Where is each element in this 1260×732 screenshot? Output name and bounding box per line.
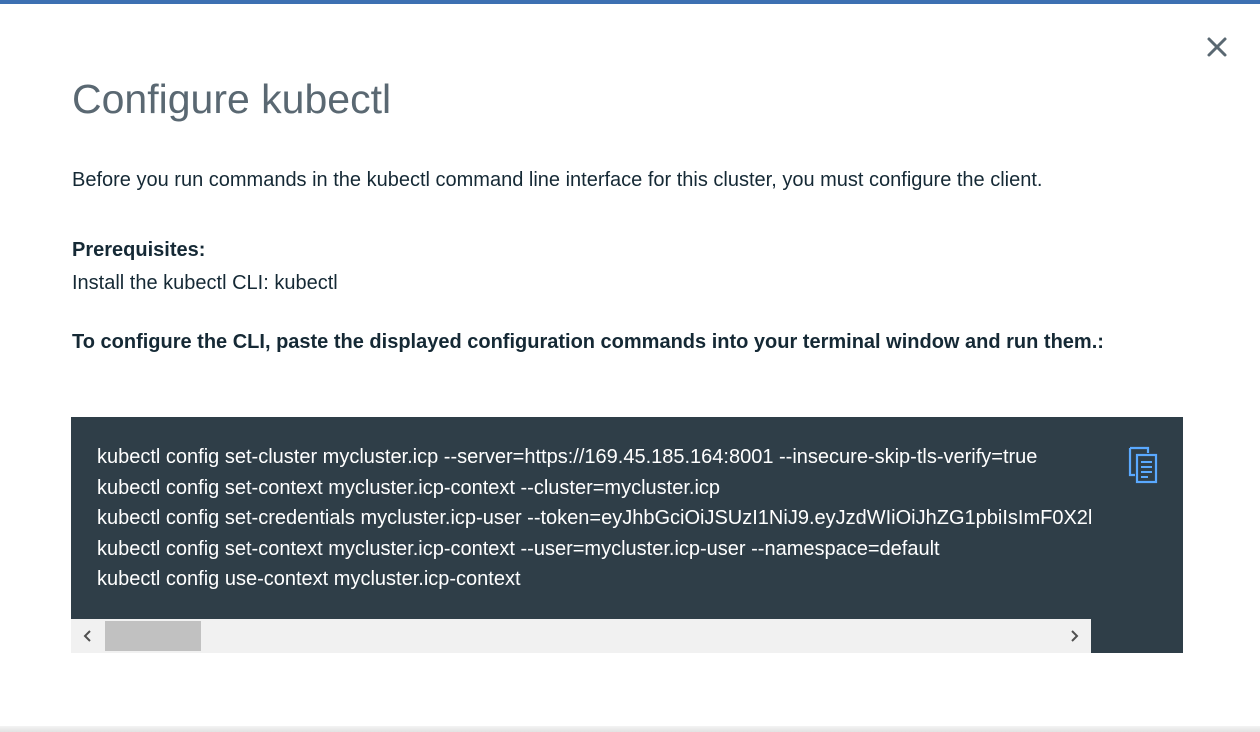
code-block: kubectl config set-cluster mycluster.icp… <box>71 417 1183 653</box>
configure-kubectl-modal: Configure kubectl Before you run command… <box>0 0 1260 732</box>
copy-icon <box>1128 446 1158 484</box>
intro-text: Before you run commands in the kubectl c… <box>72 169 1043 191</box>
instructions-text: To configure the CLI, paste the displaye… <box>72 331 1104 353</box>
chevron-right-icon <box>1071 630 1079 642</box>
copy-button[interactable] <box>1127 445 1159 485</box>
code-viewport[interactable]: kubectl config set-cluster mycluster.icp… <box>71 417 1091 619</box>
code-line[interactable]: kubectl config set-cluster mycluster.icp… <box>97 442 1091 473</box>
code-line[interactable]: kubectl config use-context mycluster.icp… <box>97 564 1091 595</box>
scroll-left-button[interactable] <box>71 619 105 653</box>
horizontal-scrollbar[interactable] <box>71 619 1091 653</box>
close-icon <box>1207 37 1227 57</box>
code-line[interactable]: kubectl config set-context mycluster.icp… <box>97 534 1091 565</box>
code-line[interactable]: kubectl config set-credentials mycluster… <box>97 503 1091 534</box>
code-line[interactable]: kubectl config set-context mycluster.icp… <box>97 473 1091 504</box>
modal-accent-bar <box>0 0 1260 4</box>
modal-bottom-edge <box>0 726 1260 732</box>
close-button[interactable] <box>1204 34 1230 60</box>
scroll-right-button[interactable] <box>1057 619 1091 653</box>
chevron-left-icon <box>83 630 91 642</box>
modal-title: Configure kubectl <box>72 76 392 122</box>
scrollbar-thumb[interactable] <box>105 621 201 651</box>
code-lines: kubectl config set-cluster mycluster.icp… <box>97 442 1091 595</box>
prerequisites-text: Install the kubectl CLI: kubectl <box>72 272 338 294</box>
prerequisites-heading: Prerequisites: <box>72 239 206 261</box>
